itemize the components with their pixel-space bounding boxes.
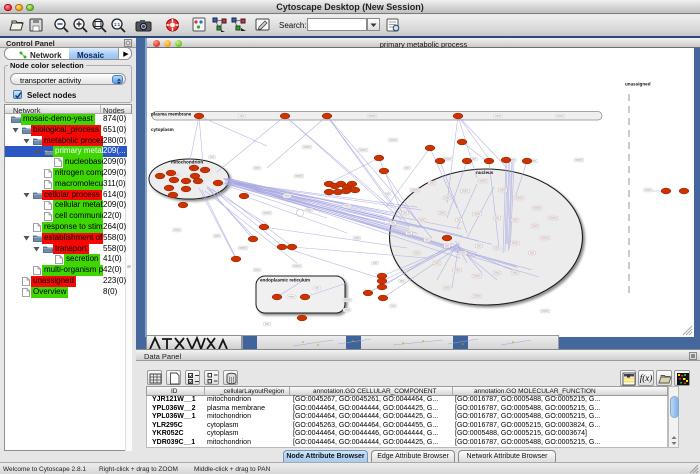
svg-text:endoplasmic reticulum: endoplasmic reticulum: [260, 278, 310, 283]
svg-text:plasma membrane: plasma membrane: [151, 112, 192, 117]
svg-text:f(x): f(x): [640, 373, 653, 383]
svg-text:mitochondrion: mitochondrion: [171, 160, 203, 165]
svg-text:nucleus: nucleus: [476, 170, 494, 175]
svg-text:cytoplasm: cytoplasm: [151, 127, 174, 132]
svg-text:unassigned: unassigned: [625, 82, 651, 87]
svg-text:1:1: 1:1: [114, 22, 121, 27]
